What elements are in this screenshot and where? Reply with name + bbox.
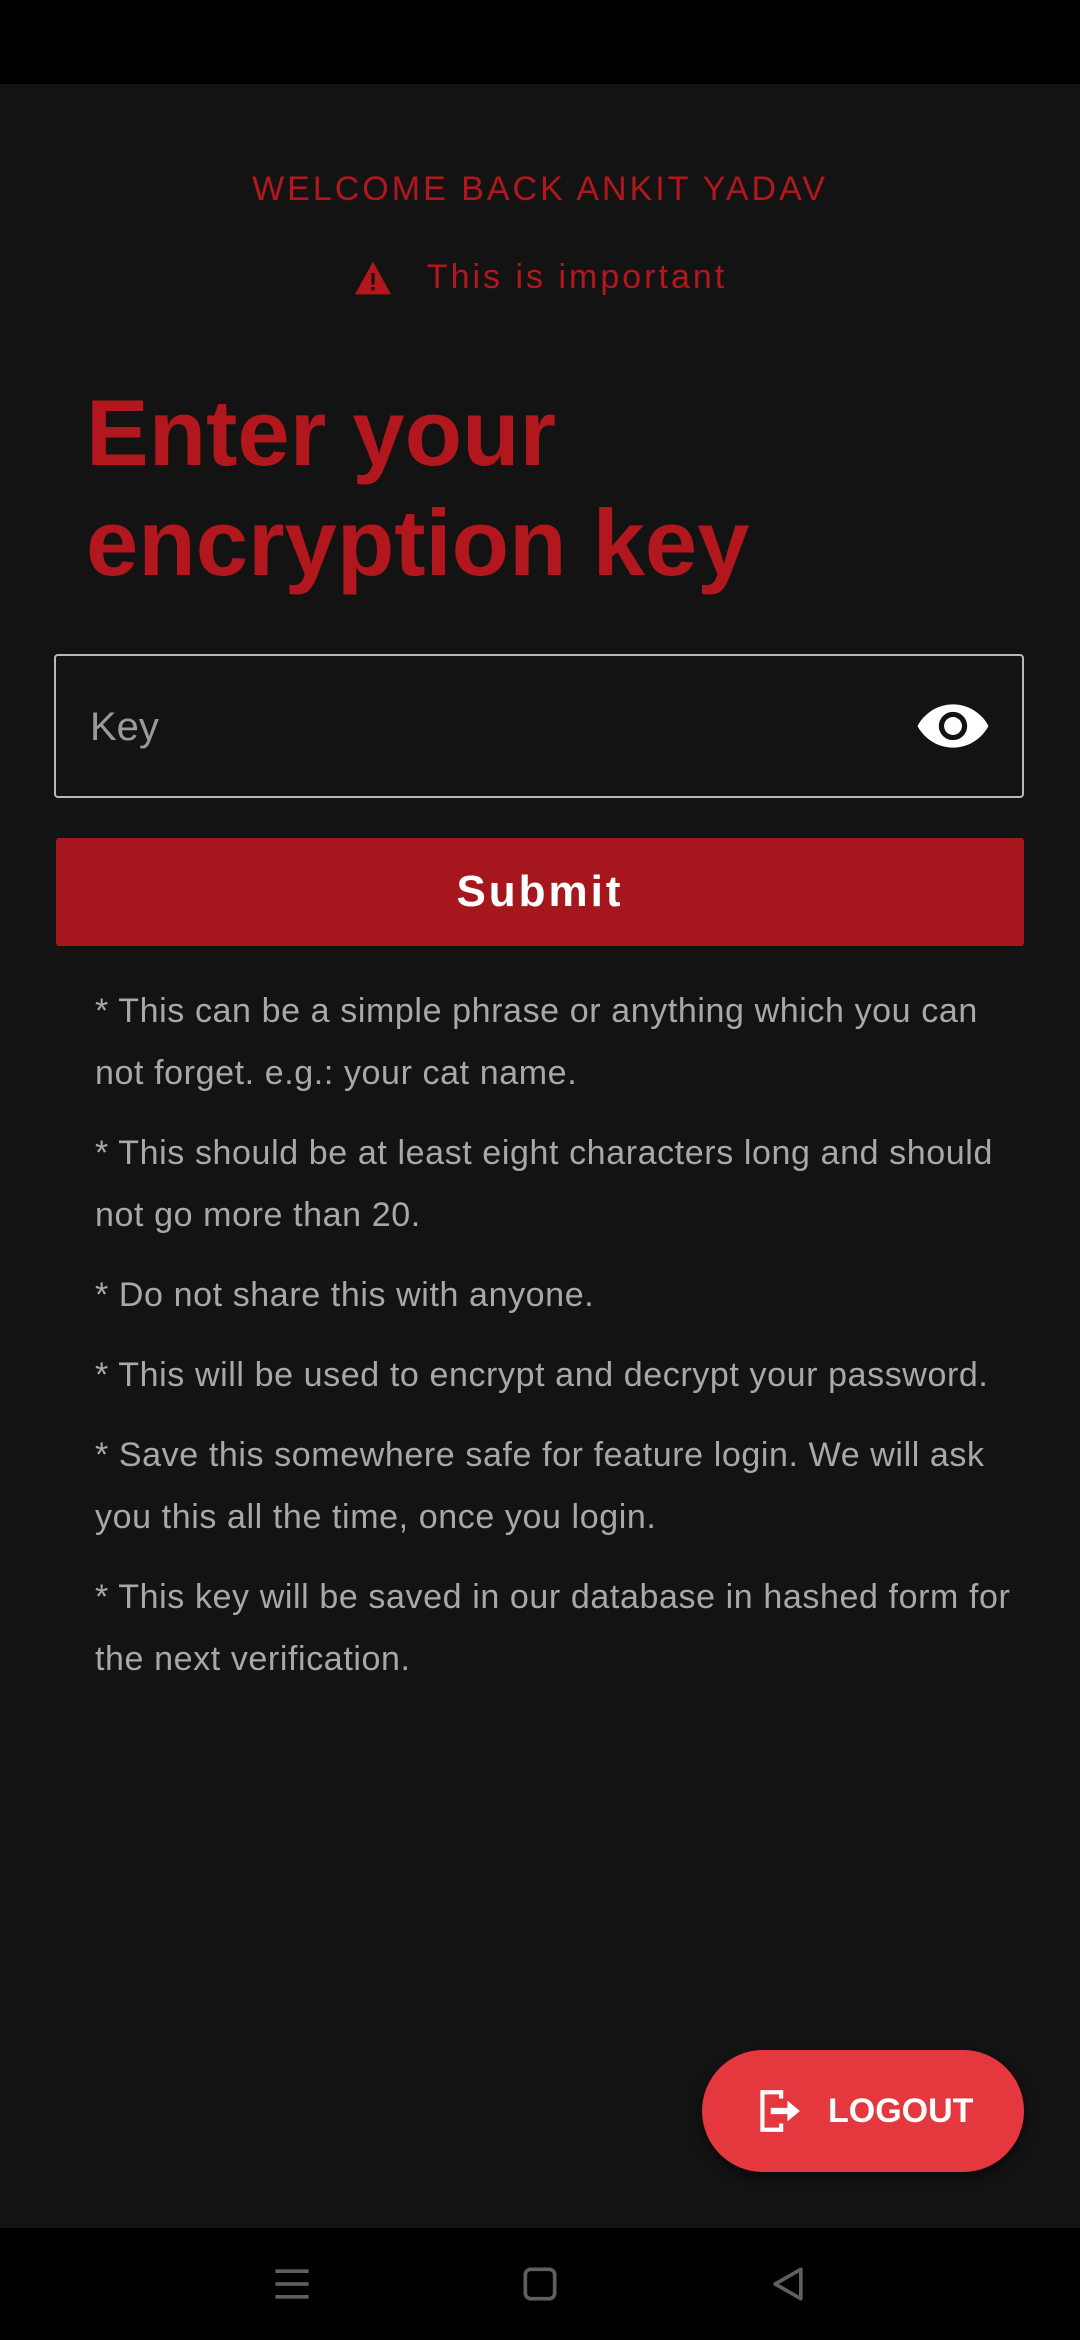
key-input[interactable]	[88, 656, 912, 798]
instruction-item: * This will be used to encrypt and decry…	[95, 1356, 989, 1394]
logout-icon	[760, 2090, 800, 2132]
key-field	[54, 654, 1024, 798]
instruction-item: * This key will be saved in our database…	[95, 1578, 1011, 1678]
welcome-text: WELCOME BACK ANKIT YADAV	[252, 170, 828, 208]
page-title: Enter your encryption key	[86, 378, 986, 598]
submit-button[interactable]: Submit	[56, 838, 1024, 946]
page-title-line-1: Enter your	[86, 380, 557, 485]
warning-triangle-icon	[354, 261, 391, 294]
home-square-icon[interactable]	[518, 2262, 562, 2306]
logout-button[interactable]: LOGOUT	[702, 2050, 1024, 2172]
status-bar	[0, 0, 1080, 84]
important-notice: This is important	[0, 258, 1080, 297]
important-label: This is important	[426, 258, 728, 296]
menu-icon[interactable]	[270, 2262, 314, 2306]
instruction-item: * Save this somewhere safe for feature l…	[95, 1436, 985, 1536]
back-triangle-icon[interactable]	[766, 2262, 810, 2306]
instruction-list: * This can be a simple phrase or anythin…	[95, 980, 1015, 1708]
system-nav-bar	[0, 2228, 1080, 2340]
logout-label: LOGOUT	[828, 2091, 974, 2130]
eye-icon[interactable]	[916, 696, 990, 756]
page-title-line-2: encryption key	[86, 490, 750, 595]
instruction-item: * This can be a simple phrase or anythin…	[95, 992, 978, 1092]
instruction-item: * This should be at least eight characte…	[95, 1134, 993, 1234]
instruction-item: * Do not share this with anyone.	[95, 1276, 595, 1314]
